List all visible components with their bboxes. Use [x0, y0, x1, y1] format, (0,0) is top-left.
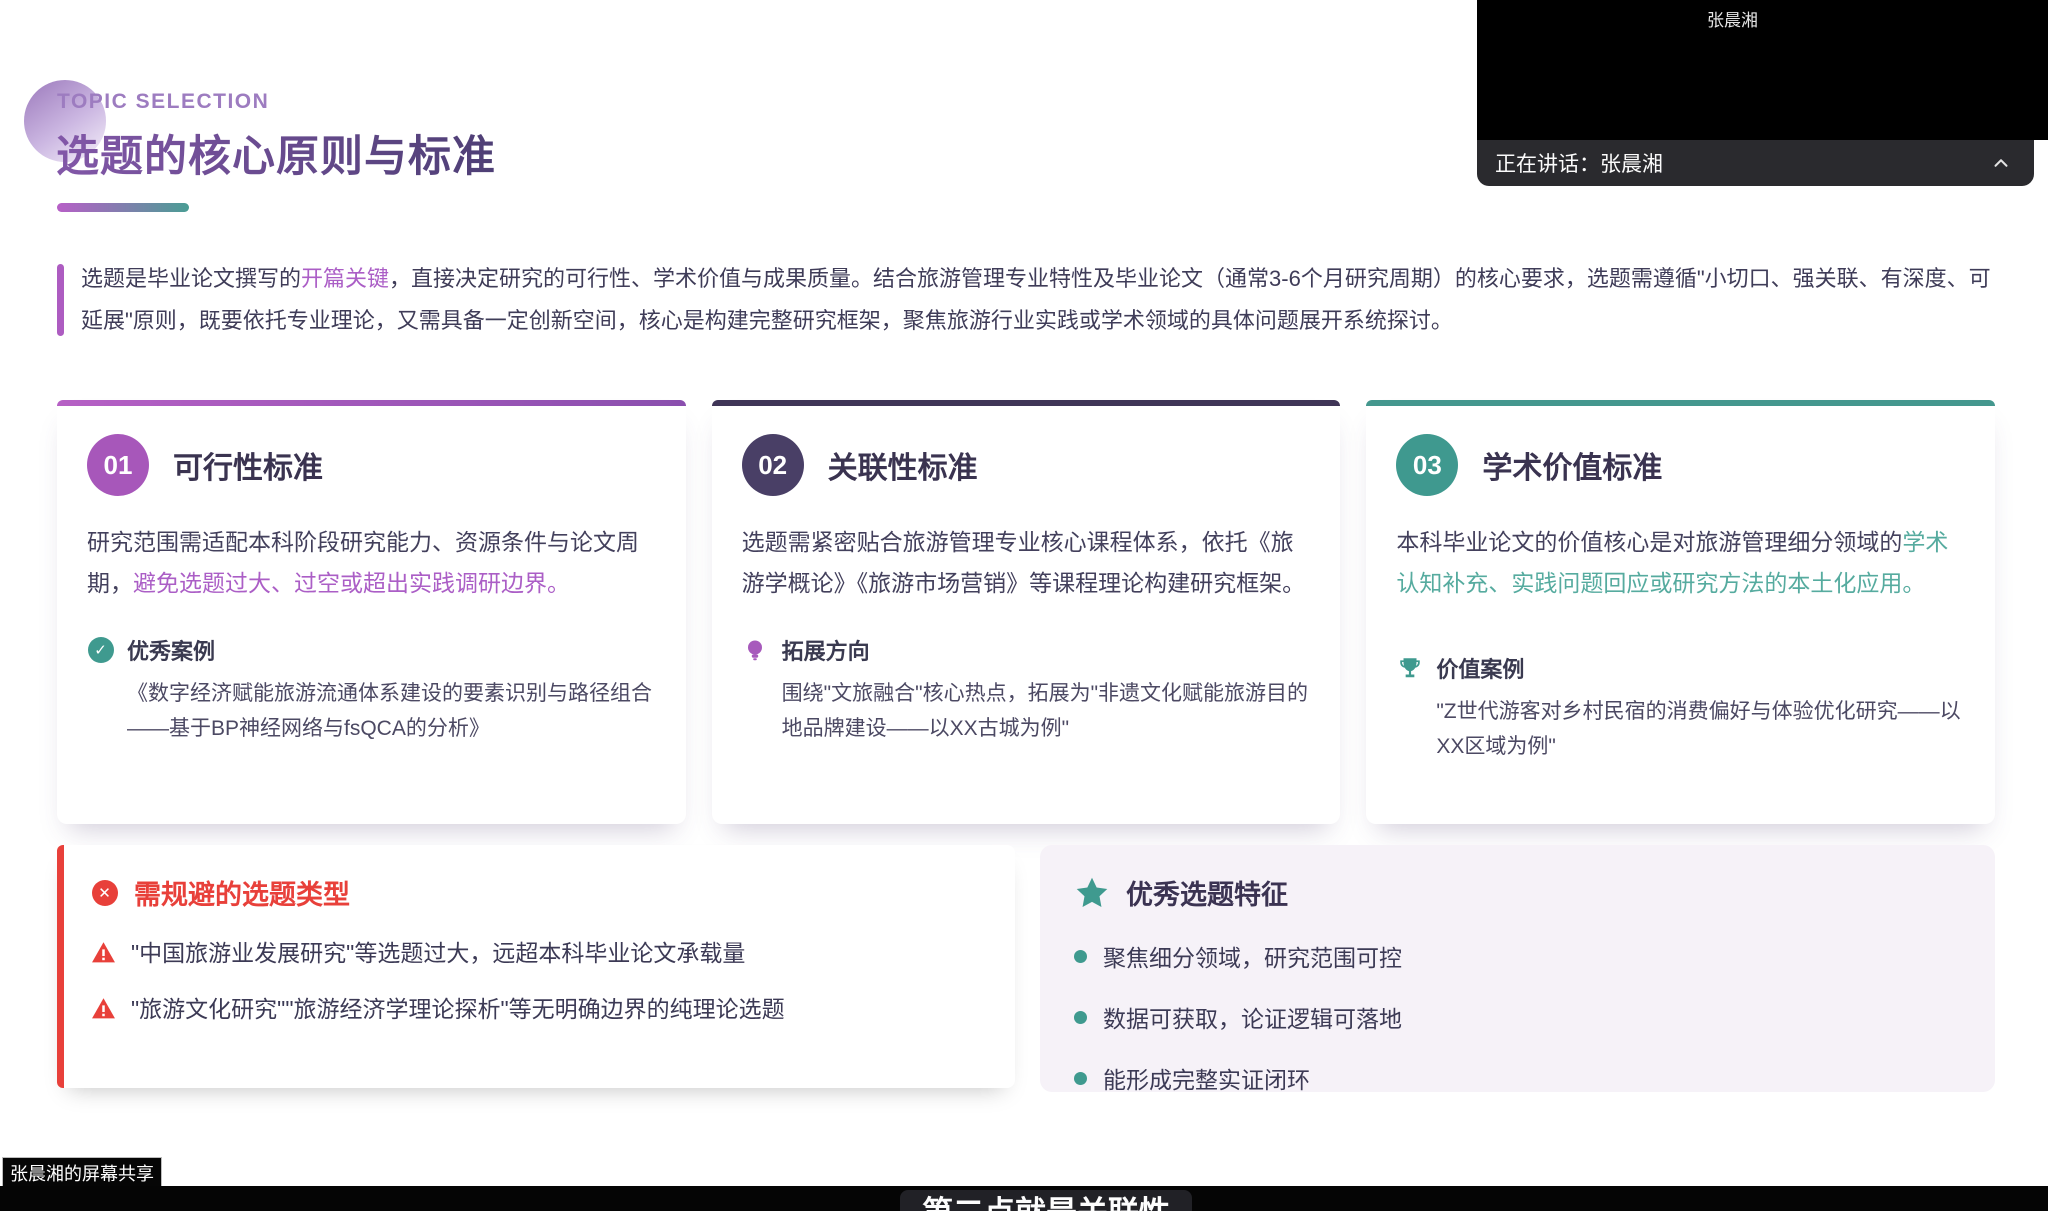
example-label: 优秀案例 — [127, 634, 215, 666]
card-title: 关联性标准 — [828, 443, 978, 487]
intro-highlight: 开篇关键 — [301, 266, 389, 291]
number-badge: 01 — [87, 434, 149, 496]
participant-name: 张晨湘 — [1477, 6, 1988, 31]
avoid-item: "旅游文化研究""旅游经济学理论探析"等无明确边界的纯理论选题 — [91, 994, 981, 1024]
example-label: 拓展方向 — [782, 634, 870, 666]
avoid-topics-card: ✕ 需规避的选题类型 "中国旅游业发展研究"等选题过大，远超本科毕业论文承载量 … — [57, 845, 1015, 1088]
example-text: "Z世代游客对乡村民宿的消费偏好与体验优化研究——以XX区域为例" — [1436, 694, 1965, 764]
card-title: 可行性标准 — [173, 443, 323, 487]
avoid-item-text: "中国旅游业发展研究"等选题过大，远超本科毕业论文承载量 — [131, 938, 745, 968]
example-header: ✓ 优秀案例 — [87, 634, 656, 666]
card-feasibility: 01 可行性标准 研究范围需适配本科阶段研究能力、资源条件与论文周期，避免选题过… — [57, 400, 686, 824]
intro-text: 选题是毕业论文撰写的 — [81, 266, 301, 291]
lightbulb-icon — [742, 637, 769, 664]
good-item: 数据可获取，论证逻辑可落地 — [1074, 1000, 1961, 1034]
example-section: 拓展方向 围绕"文旅融合"核心热点，拓展为"非遗文化赋能旅游目的地品牌建设——以… — [742, 634, 1311, 746]
trophy-icon — [1396, 655, 1423, 682]
card-relevance: 02 关联性标准 选题需紧密贴合旅游管理专业核心课程体系，依托《旅游学概论》《旅… — [712, 400, 1341, 824]
avoid-item: "中国旅游业发展研究"等选题过大，远超本科毕业论文承载量 — [91, 938, 981, 968]
warning-triangle-icon — [91, 940, 116, 965]
floating-video-panel: 张晨湘 正在讲话：张晨湘 — [1477, 0, 2048, 186]
star-icon — [1074, 875, 1110, 911]
example-section: ✓ 优秀案例 《数字经济赋能旅游流通体系建设的要素识别与路径组合——基于BP神经… — [87, 634, 656, 746]
caption-pill: 第二点就是关联性 — [900, 1190, 1192, 1211]
card-header: 02 关联性标准 — [742, 400, 1311, 496]
participant-video-tile[interactable]: 张晨湘 — [1477, 0, 2048, 140]
card-title: 学术价值标准 — [1482, 443, 1662, 487]
caption-bar: 第二点就是关联性 — [0, 1186, 2048, 1211]
example-header: 拓展方向 — [742, 634, 1311, 666]
number-badge: 03 — [1396, 434, 1458, 496]
good-item-text: 聚焦细分领域，研究范围可控 — [1103, 939, 1402, 973]
speaking-label: 正在讲话：张晨湘 — [1495, 148, 1986, 178]
example-header: 价值案例 — [1396, 652, 1965, 684]
page-title: 选题的核心原则与标准 — [56, 122, 496, 184]
avoid-card-title: 需规避的选题类型 — [134, 873, 350, 912]
card-body-text: 本科毕业论文的价值核心是对旅游管理细分领域的 — [1396, 529, 1902, 555]
warning-triangle-icon — [91, 996, 116, 1021]
speaking-indicator-bar[interactable]: 正在讲话：张晨湘 — [1477, 140, 2034, 186]
example-section: 价值案例 "Z世代游客对乡村民宿的消费偏好与体验优化研究——以XX区域为例" — [1396, 652, 1965, 764]
card-body-highlight: 避免选题过大、过空或超出实践调研边界。 — [133, 570, 570, 596]
card-body: 研究范围需适配本科阶段研究能力、资源条件与论文周期，避免选题过大、过空或超出实践… — [87, 522, 656, 604]
card-body: 选题需紧密贴合旅游管理专业核心课程体系，依托《旅游学概论》《旅游市场营销》等课程… — [742, 522, 1311, 604]
criteria-cards-row: 01 可行性标准 研究范围需适配本科阶段研究能力、资源条件与论文周期，避免选题过… — [57, 400, 1995, 824]
screen-share-badge: 张晨湘的屏幕共享 — [2, 1157, 162, 1189]
good-card-title: 优秀选题特征 — [1126, 873, 1288, 912]
x-circle-icon: ✕ — [91, 879, 118, 906]
good-topics-card: 优秀选题特征 聚焦细分领域，研究范围可控 数据可获取，论证逻辑可落地 能形成完整… — [1040, 845, 1995, 1092]
card-academic-value: 03 学术价值标准 本科毕业论文的价值核心是对旅游管理细分领域的学术认知补充、实… — [1366, 400, 1995, 824]
bullet-dot-icon — [1074, 1011, 1087, 1024]
example-label: 价值案例 — [1436, 652, 1524, 684]
slide-eyebrow: TOPIC SELECTION — [57, 90, 269, 114]
card-body: 本科毕业论文的价值核心是对旅游管理细分领域的学术认知补充、实践问题回应或研究方法… — [1396, 522, 1965, 604]
card-header: 03 学术价值标准 — [1396, 400, 1965, 496]
good-item: 聚焦细分领域，研究范围可控 — [1074, 939, 1961, 973]
good-item-text: 数据可获取，论证逻辑可落地 — [1103, 1000, 1402, 1034]
title-underline — [57, 203, 189, 212]
intro-paragraph: 选题是毕业论文撰写的开篇关键，直接决定研究的可行性、学术价值与成果质量。结合旅游… — [57, 258, 1995, 342]
example-text: 《数字经济赋能旅游流通体系建设的要素识别与路径组合——基于BP神经网络与fsQC… — [127, 676, 656, 746]
avoid-card-header: ✕ 需规避的选题类型 — [91, 873, 981, 912]
good-card-header: 优秀选题特征 — [1074, 873, 1961, 912]
example-text: 围绕"文旅融合"核心热点，拓展为"非遗文化赋能旅游目的地品牌建设——以XX古城为… — [782, 676, 1311, 746]
good-item: 能形成完整实证闭环 — [1074, 1061, 1961, 1095]
bullet-dot-icon — [1074, 1072, 1087, 1085]
bullet-dot-icon — [1074, 950, 1087, 963]
card-body-text: 选题需紧密贴合旅游管理专业核心课程体系，依托《旅游学概论》《旅游市场营销》等课程… — [742, 529, 1306, 596]
check-circle-icon: ✓ — [87, 637, 114, 664]
number-badge: 02 — [742, 434, 804, 496]
caption-text: 第二点就是关联性 — [900, 1190, 1192, 1211]
good-item-text: 能形成完整实证闭环 — [1103, 1061, 1310, 1095]
card-header: 01 可行性标准 — [87, 400, 656, 496]
chevron-up-icon[interactable] — [1986, 148, 2016, 178]
avoid-item-text: "旅游文化研究""旅游经济学理论探析"等无明确边界的纯理论选题 — [131, 994, 785, 1024]
